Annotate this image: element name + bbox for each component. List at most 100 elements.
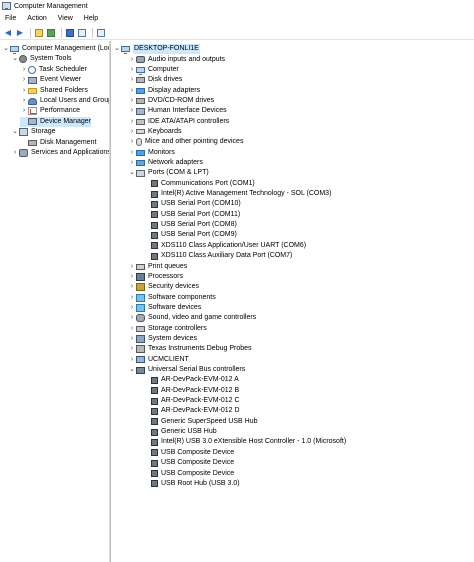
device-category[interactable]: › DVD/CD-ROM drives: [128, 96, 214, 106]
device-category[interactable]: › Storage controllers: [128, 324, 207, 334]
device-category[interactable]: ⌄ Ports (COM & LPT): [128, 168, 209, 178]
tree-item[interactable]: › Shared Folders: [20, 86, 88, 96]
menu-view[interactable]: View: [58, 15, 73, 22]
chevron-down-icon[interactable]: ⌄: [2, 44, 10, 54]
usb-device-icon: [151, 449, 158, 457]
tree-item[interactable]: › Task Scheduler: [20, 65, 87, 75]
device-category[interactable]: › System devices: [128, 334, 197, 344]
chevron-right-icon[interactable]: ›: [128, 158, 136, 168]
device-category[interactable]: › Audio inputs and outputs: [128, 55, 225, 65]
chevron-right-icon[interactable]: ›: [128, 137, 136, 147]
chevron-right-icon[interactable]: ›: [11, 148, 19, 158]
device-category[interactable]: › Print queues: [128, 262, 187, 272]
chevron-down-icon[interactable]: ⌄: [128, 168, 136, 178]
tree-item[interactable]: › Services and Applications: [11, 148, 109, 158]
device-category[interactable]: › Network adapters: [128, 158, 203, 168]
device-item[interactable]: Communications Port (COM1): [143, 179, 255, 189]
device-category[interactable]: › Monitors: [128, 148, 175, 158]
device-category[interactable]: › Software devices: [128, 303, 201, 313]
device-category[interactable]: › Human Interface Devices: [128, 106, 227, 116]
chevron-right-icon[interactable]: ›: [128, 262, 136, 272]
device-item[interactable]: XDS110 Class Application/User UART (COM6…: [143, 241, 306, 251]
device-category[interactable]: › Display adapters: [128, 86, 200, 96]
chevron-right-icon[interactable]: ›: [20, 96, 28, 106]
tree-item[interactable]: Device Manager: [20, 116, 91, 127]
back-arrow-icon[interactable]: ◀: [3, 28, 13, 38]
device-item[interactable]: USB Serial Port (COM11): [143, 210, 240, 220]
chevron-right-icon[interactable]: ›: [128, 148, 136, 158]
device-category[interactable]: › Sound, video and game controllers: [128, 313, 256, 323]
up-folder-icon[interactable]: [34, 28, 44, 38]
device-category[interactable]: ⌄ Universal Serial Bus controllers: [128, 365, 245, 375]
device-item[interactable]: AR-DevPack-EVM-012 C: [143, 396, 240, 406]
device-item[interactable]: USB Serial Port (COM10): [143, 199, 241, 209]
chevron-right-icon[interactable]: ›: [128, 127, 136, 137]
tree-item[interactable]: ⌄ System Tools: [11, 54, 72, 64]
chevron-right-icon[interactable]: ›: [128, 324, 136, 334]
chevron-down-icon[interactable]: ⌄: [11, 54, 19, 64]
chevron-right-icon[interactable]: ›: [128, 313, 136, 323]
chevron-right-icon[interactable]: ›: [128, 86, 136, 96]
device-category[interactable]: › Security devices: [128, 282, 199, 292]
chevron-right-icon[interactable]: ›: [128, 117, 136, 127]
chevron-right-icon[interactable]: ›: [128, 55, 136, 65]
device-item[interactable]: Generic USB Hub: [143, 427, 217, 437]
chevron-down-icon[interactable]: ⌄: [11, 127, 19, 137]
device-category[interactable]: › Mice and other pointing devices: [128, 137, 243, 147]
device-item[interactable]: USB Serial Port (COM9): [143, 230, 237, 240]
device-category[interactable]: › Processors: [128, 272, 183, 282]
show-console-icon[interactable]: [96, 28, 106, 38]
device-item[interactable]: AR-DevPack-EVM-012 B: [143, 386, 239, 396]
menu-action[interactable]: Action: [27, 15, 46, 22]
device-category[interactable]: › Computer: [128, 65, 179, 75]
chevron-right-icon[interactable]: ›: [128, 334, 136, 344]
chevron-right-icon[interactable]: ›: [128, 106, 136, 116]
properties-icon[interactable]: [77, 28, 87, 38]
device-item[interactable]: AR-DevPack-EVM-012 A: [143, 375, 239, 385]
chevron-right-icon[interactable]: ›: [20, 75, 28, 85]
network-icon: [136, 160, 145, 166]
device-item[interactable]: XDS110 Class Auxiliary Data Port (COM7): [143, 251, 292, 261]
chevron-right-icon[interactable]: ›: [128, 282, 136, 292]
device-tree-root[interactable]: ⌄ DESKTOP-FONLI1E: [113, 44, 200, 54]
tree-item[interactable]: › Local Users and Groups: [20, 96, 109, 106]
device-category[interactable]: › UCMCLIENT: [128, 355, 189, 365]
tree-item[interactable]: ⌄ Computer Management (Local: [2, 44, 109, 54]
device-category[interactable]: › IDE ATA/ATAPI controllers: [128, 117, 229, 127]
device-item[interactable]: Intel(R) USB 3.0 eXtensible Host Control…: [143, 437, 346, 447]
device-item[interactable]: Intel(R) Active Management Technology - …: [143, 189, 331, 199]
device-category[interactable]: › Disk drives: [128, 75, 182, 85]
chevron-right-icon[interactable]: ›: [128, 344, 136, 354]
device-item[interactable]: Generic SuperSpeed USB Hub: [143, 417, 258, 427]
chevron-right-icon[interactable]: ›: [128, 75, 136, 85]
device-item[interactable]: USB Composite Device: [143, 458, 234, 468]
tree-item[interactable]: ⌄ Storage: [11, 127, 56, 137]
chevron-right-icon[interactable]: ›: [128, 303, 136, 313]
chevron-down-icon[interactable]: ⌄: [128, 365, 136, 375]
chevron-right-icon[interactable]: ›: [128, 355, 136, 365]
chevron-down-icon[interactable]: ⌄: [113, 44, 121, 54]
device-category[interactable]: › Software components: [128, 293, 216, 303]
device-item[interactable]: USB Serial Port (COM8): [143, 220, 237, 230]
help-icon[interactable]: [65, 28, 75, 38]
chevron-right-icon[interactable]: ›: [128, 293, 136, 303]
show-hide-tree-icon[interactable]: [46, 28, 56, 38]
device-item[interactable]: AR-DevPack-EVM-012 D: [143, 406, 240, 416]
device-category[interactable]: › Keyboards: [128, 127, 182, 137]
chevron-right-icon[interactable]: ›: [128, 96, 136, 106]
chevron-right-icon[interactable]: ›: [20, 65, 28, 75]
device-item[interactable]: USB Root Hub (USB 3.0): [143, 479, 240, 489]
tree-item[interactable]: › Performance: [20, 106, 80, 116]
device-item[interactable]: USB Composite Device: [143, 469, 234, 479]
tree-item[interactable]: › Event Viewer: [20, 75, 81, 85]
tree-item[interactable]: Disk Management: [20, 138, 96, 148]
chevron-right-icon[interactable]: ›: [20, 106, 28, 116]
device-item[interactable]: USB Composite Device: [143, 448, 234, 458]
chevron-right-icon[interactable]: ›: [128, 65, 136, 75]
forward-arrow-icon[interactable]: ▶: [15, 28, 25, 38]
chevron-right-icon[interactable]: ›: [128, 272, 136, 282]
menu-help[interactable]: Help: [84, 15, 98, 22]
device-category[interactable]: › Texas Instruments Debug Probes: [128, 344, 252, 354]
chevron-right-icon[interactable]: ›: [20, 86, 28, 96]
menu-file[interactable]: File: [5, 15, 16, 22]
